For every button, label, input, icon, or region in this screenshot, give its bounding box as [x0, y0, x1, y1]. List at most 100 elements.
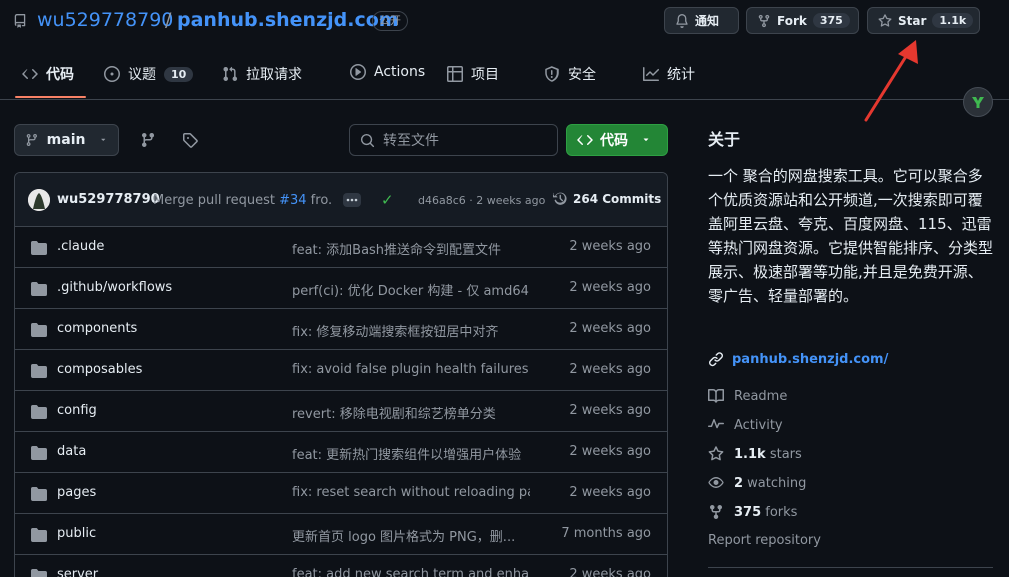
commits-history-link[interactable]: 264 Commits: [553, 191, 661, 206]
tab-label: 议题: [128, 67, 156, 83]
repo-owner-link[interactable]: wu529778790: [37, 9, 173, 31]
graph-icon: [643, 67, 659, 81]
copilot-icon: [972, 97, 984, 108]
forks-text: 375 forks: [734, 505, 797, 520]
bell-icon: [676, 13, 688, 28]
activity-link[interactable]: Activity: [708, 417, 783, 433]
report-repository-link[interactable]: Report repository: [708, 533, 821, 548]
branches-button[interactable]: [132, 124, 164, 156]
file-commit-message[interactable]: perf(ci): 优化 Docker 构建 - 仅 amd64: [292, 280, 530, 299]
go-to-file-input[interactable]: 转至文件: [349, 124, 558, 156]
file-table: wu529778790 Merge pull request #34 fro..…: [14, 172, 668, 577]
commit-message[interactable]: Merge pull request #34 fro...: [153, 193, 333, 208]
repo-icon: [14, 14, 26, 28]
file-name-link[interactable]: components: [57, 321, 137, 336]
fork-button[interactable]: Fork 375: [746, 7, 859, 34]
table-row[interactable]: components fix: 修复移动端搜索框按钮居中对齐 2 weeks ago: [15, 309, 667, 350]
file-name-link[interactable]: .github/workflows: [57, 280, 172, 295]
table-row[interactable]: data feat: 更新热门搜索组件以增强用户体验 2 weeks ago: [15, 432, 667, 473]
table-row[interactable]: public 更新首页 logo 图片格式为 PNG，删... 7 months a…: [15, 514, 667, 555]
tab-pull-requests[interactable]: 拉取请求: [222, 64, 302, 84]
tags-button[interactable]: [174, 124, 206, 156]
star-button[interactable]: Star 1.1k: [867, 7, 980, 34]
tab-projects[interactable]: 项目: [447, 64, 499, 84]
tab-actions[interactable]: Actions: [350, 64, 425, 80]
search-icon: [360, 133, 375, 147]
copilot-button[interactable]: [963, 87, 993, 117]
file-commit-message[interactable]: fix: reset search without reloading pa..…: [292, 485, 530, 500]
readme-label: Readme: [734, 388, 788, 404]
pull-request-icon: [223, 66, 238, 82]
file-commit-message[interactable]: fix: 修复移动端搜索框按钮居中对齐: [292, 321, 530, 340]
forks-label: forks: [761, 504, 798, 520]
repo-nav: 代码 议题 10 拉取请求 Actions 项目 安全 统计: [0, 42, 1009, 100]
file-commit-time: 2 weeks ago: [569, 485, 651, 500]
table-row[interactable]: .claude feat: 添加Bash推送命令到配置文件 2 weeks ago: [15, 227, 667, 268]
tab-code[interactable]: 代码: [22, 64, 74, 84]
file-commit-time: 2 weeks ago: [569, 567, 651, 577]
tab-insights[interactable]: 统计: [643, 64, 695, 84]
stars-link[interactable]: 1.1k stars: [708, 446, 802, 462]
readme-link[interactable]: Readme: [708, 388, 787, 404]
file-commit-time: 2 weeks ago: [569, 362, 651, 377]
folder-icon: [31, 568, 47, 577]
avatar[interactable]: [28, 189, 50, 211]
file-name-link[interactable]: composables: [57, 362, 142, 377]
repo-name-link[interactable]: panhub.shenzjd.com: [177, 9, 399, 31]
commit-author-link[interactable]: wu529778790: [57, 192, 160, 207]
file-name-link[interactable]: public: [57, 526, 96, 541]
branch-selector[interactable]: main: [14, 124, 119, 156]
table-row[interactable]: composables fix: avoid false plugin healt…: [15, 350, 667, 391]
commit-sha-time[interactable]: d46a8c6 · 2 weeks ago: [418, 194, 545, 207]
fork-icon: [710, 504, 722, 520]
table-row[interactable]: config revert: 移除电视剧和综艺榜单分类 2 weeks ago: [15, 391, 667, 432]
ellipsis-icon: [346, 198, 358, 202]
commit-pr-link[interactable]: #34: [279, 193, 306, 208]
folder-icon: [31, 240, 47, 260]
watching-text: 2 watching: [734, 476, 806, 491]
file-commit-message[interactable]: revert: 移除电视剧和综艺榜单分类: [292, 403, 530, 422]
pulse-icon: [708, 419, 724, 429]
tab-label: 安全: [568, 67, 596, 83]
table-row[interactable]: pages fix: reset search without reloading…: [15, 473, 667, 514]
table-row[interactable]: server feat: add new search term and enha…: [15, 555, 667, 577]
file-name-link[interactable]: data: [57, 444, 86, 459]
homepage-link[interactable]: panhub.shenzjd.com/: [708, 351, 888, 367]
report-label: Report repository: [708, 533, 821, 548]
commit-expand-button[interactable]: [343, 193, 361, 207]
shield-icon: [545, 66, 559, 82]
file-name-link[interactable]: server: [57, 567, 98, 577]
file-name-link[interactable]: config: [57, 403, 97, 418]
file-name-link[interactable]: pages: [57, 485, 96, 500]
table-row[interactable]: .github/workflows perf(ci): 优化 Docker 构建 …: [15, 268, 667, 309]
stars-text: 1.1k stars: [734, 447, 802, 462]
link-icon: [709, 352, 724, 367]
watching-count: 2: [734, 475, 744, 491]
commit-message-suffix: fro...: [310, 193, 333, 208]
file-commit-time: 7 months ago: [561, 526, 651, 541]
issues-count-badge: 10: [164, 66, 194, 82]
file-commit-message[interactable]: feat: 添加Bash推送命令到配置文件: [292, 239, 530, 258]
file-commit-time: 2 weeks ago: [569, 444, 651, 459]
file-name-link[interactable]: .claude: [57, 239, 104, 254]
watchers-link[interactable]: 2 watching: [708, 475, 806, 491]
star-icon: [878, 13, 892, 27]
forks-link[interactable]: 375 forks: [708, 504, 797, 520]
star-label: Star: [898, 13, 927, 28]
file-commit-message[interactable]: 更新首页 logo 图片格式为 PNG，删...: [292, 526, 530, 545]
file-commit-message[interactable]: fix: avoid false plugin health failures: [292, 362, 530, 377]
code-button-label: 代码: [600, 133, 628, 149]
about-heading: 关于: [708, 130, 741, 149]
commit-count: 264 Commits: [573, 191, 662, 206]
tab-issues[interactable]: 议题 10: [104, 64, 194, 84]
activity-label: Activity: [734, 417, 783, 433]
repo-header: wu529778790 / panhub.shenzjd.com 公开 通知 F…: [0, 0, 1009, 42]
notifications-button[interactable]: 通知: [664, 7, 739, 34]
issue-icon: [104, 66, 120, 82]
folder-icon: [31, 281, 47, 301]
file-commit-message[interactable]: feat: 更新热门搜索组件以增强用户体验: [292, 444, 530, 463]
check-icon[interactable]: ✓: [381, 191, 394, 209]
tab-security[interactable]: 安全: [544, 64, 596, 84]
code-download-button[interactable]: 代码: [566, 124, 668, 156]
file-commit-message[interactable]: feat: add new search term and enhan...: [292, 567, 530, 577]
